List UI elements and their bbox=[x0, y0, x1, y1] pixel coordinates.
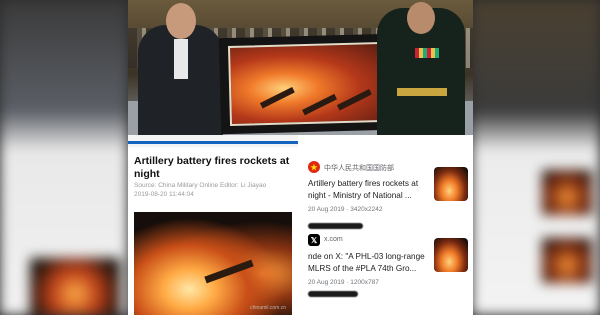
search-result[interactable]: ★ 中华人民共和国国防部 Artillery battery fires roc… bbox=[298, 161, 473, 241]
ghost-fire-image bbox=[30, 258, 120, 315]
ghost-thumb-1 bbox=[542, 170, 592, 215]
officer-figure bbox=[377, 2, 465, 135]
medal-ribbons bbox=[415, 48, 439, 58]
china-emblem-icon: ★ bbox=[308, 161, 320, 173]
result-source: 中华人民共和国国防部 bbox=[324, 165, 394, 172]
result-thumbnail[interactable] bbox=[434, 238, 468, 272]
result-info: 20 Aug 2019 · 3420x2242 bbox=[308, 206, 383, 213]
article-card: Artillery battery fires rockets at night… bbox=[128, 135, 298, 315]
redaction-bar bbox=[308, 291, 358, 297]
article-meta: Source: China Military Online Editor: Li… bbox=[134, 181, 294, 199]
article-source-line: Source: China Military Online Editor: Li… bbox=[134, 182, 267, 189]
result-info: 20 Aug 2019 · 1200x787 bbox=[308, 279, 379, 286]
article-night-fire-image[interactable]: chinamil.com.cn bbox=[134, 212, 292, 315]
result-title[interactable]: Artillery battery fires rockets at night… bbox=[308, 178, 426, 201]
result-thumbnail[interactable] bbox=[434, 167, 468, 201]
framed-painting bbox=[218, 33, 394, 135]
search-result[interactable]: 𝕏 x.com nde on X: "A PHL-03 long-range M… bbox=[298, 234, 473, 314]
left-blurred-backdrop bbox=[0, 0, 128, 315]
x-logo-icon: 𝕏 bbox=[308, 234, 320, 246]
article-title[interactable]: Artillery battery fires rockets at night bbox=[134, 155, 294, 180]
site-header-bar bbox=[128, 135, 298, 147]
right-blurred-backdrop bbox=[472, 0, 600, 315]
image-watermark: chinamil.com.cn bbox=[250, 305, 286, 311]
result-source: x.com bbox=[324, 236, 343, 243]
ghost-thumb-2 bbox=[542, 238, 592, 283]
redaction-bar bbox=[308, 223, 363, 229]
result-title[interactable]: nde on X: "A PHL-03 long-range MLRS of t… bbox=[308, 251, 426, 274]
article-date: 2019-08-20 11:44:04 bbox=[134, 191, 194, 198]
image-search-results: ★ 中华人民共和国国防部 Artillery battery fires roc… bbox=[298, 135, 473, 315]
ceremony-photo bbox=[128, 0, 473, 135]
civilian-figure bbox=[138, 3, 223, 135]
